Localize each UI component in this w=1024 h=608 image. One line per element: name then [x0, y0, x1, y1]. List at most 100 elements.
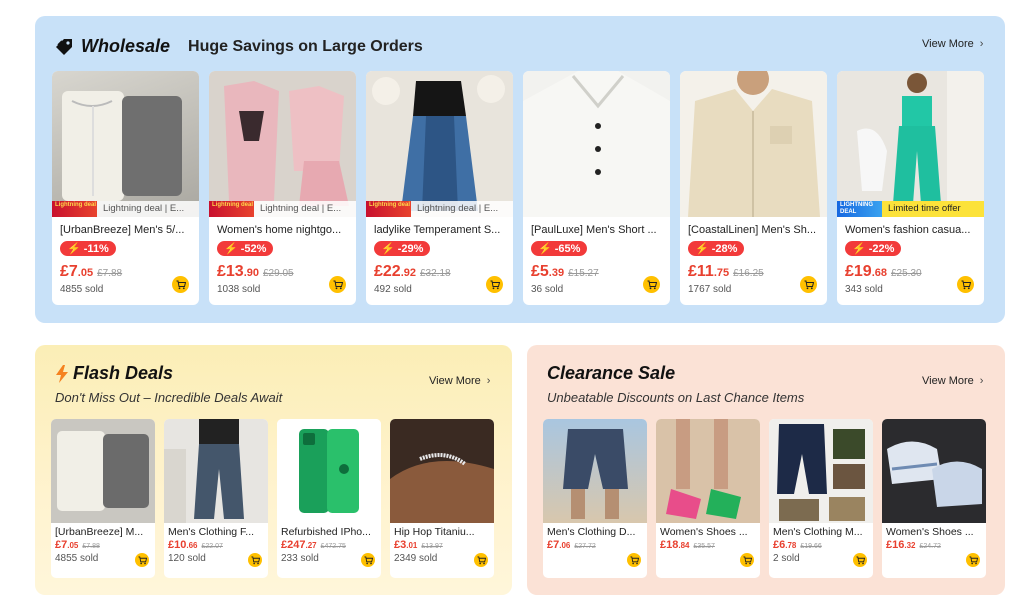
- lightning-deal-badge: LIGHTNING DEAL: [837, 201, 882, 217]
- product-card[interactable]: Lightning deal Lightning deal | E... Wom…: [209, 71, 356, 305]
- product-image: [277, 419, 381, 523]
- add-to-cart-button[interactable]: [329, 276, 346, 293]
- price: £3.01: [394, 539, 417, 551]
- price-tag-icon: [55, 38, 73, 56]
- cart-icon: [968, 555, 978, 564]
- clearance-header: Clearance Sale Unbeatable Discounts on L…: [547, 363, 804, 405]
- product-image: [680, 71, 827, 217]
- product-card[interactable]: [CoastalLinen] Men's Sh... ⚡ -28% £11.75…: [680, 71, 827, 305]
- old-price: £15.27: [568, 268, 599, 279]
- product-image: [543, 419, 647, 523]
- price: £7.06: [547, 539, 570, 551]
- product-title: Women's Shoes ...: [886, 526, 974, 538]
- add-to-cart-button[interactable]: [486, 276, 503, 293]
- product-card[interactable]: Men's Clothing F... £10.66 £22.07 120 sol…: [164, 419, 268, 578]
- price-row: £6.78 £19.66: [773, 539, 869, 551]
- view-more-link[interactable]: View More ›: [922, 375, 983, 387]
- add-to-cart-button[interactable]: [361, 553, 375, 567]
- price-int: £16: [886, 539, 905, 551]
- product-card[interactable]: Hip Hop Titaniu... £3.01 £13.97 2349 sold: [390, 419, 494, 578]
- product-card[interactable]: Men's Clothing D... £7.06 £27.72: [543, 419, 647, 578]
- price-row: £247.27 £472.75: [281, 539, 377, 551]
- add-to-cart-button[interactable]: [643, 276, 660, 293]
- cart-icon: [137, 555, 147, 564]
- add-to-cart-button[interactable]: [135, 553, 149, 567]
- price-int: £3: [394, 539, 407, 551]
- old-price: £7.88: [82, 543, 100, 550]
- product-card[interactable]: LIGHTNING DEAL Limited time offer Women'…: [837, 71, 984, 305]
- price-row: £10.66 £22.07: [168, 539, 264, 551]
- price-row: £18.84 £35.57: [660, 539, 756, 551]
- product-title: [CoastalLinen] Men's Sh...: [688, 224, 817, 236]
- product-card[interactable]: Women's Shoes ... £16.32 £24.72: [882, 419, 986, 578]
- add-to-cart-button[interactable]: [248, 553, 262, 567]
- product-title: Women's home nightgo...: [217, 224, 342, 236]
- price-row: £13.90 £29.05: [217, 263, 348, 281]
- price-int: £7: [547, 539, 560, 551]
- add-to-cart-button[interactable]: [966, 553, 980, 567]
- product-image: [769, 419, 873, 523]
- product-card[interactable]: [PaulLuxe] Men's Short ... ⚡ -65% £5.39 …: [523, 71, 670, 305]
- old-price: £472.75: [320, 543, 346, 550]
- price-int: £10: [168, 539, 187, 551]
- view-more-label: View More: [429, 375, 481, 387]
- product-title: [UrbanBreeze] Men's 5/...: [60, 224, 185, 236]
- price-dec: .66: [186, 541, 198, 550]
- old-price: £24.72: [919, 543, 941, 550]
- cart-icon: [333, 280, 343, 289]
- add-to-cart-button[interactable]: [172, 276, 189, 293]
- price-int: £22: [374, 263, 401, 280]
- product-image: Lightning deal Lightning deal | E...: [209, 71, 356, 217]
- add-to-cart-button[interactable]: [800, 276, 817, 293]
- product-title: [UrbanBreeze] M...: [55, 526, 144, 538]
- price-row: £11.75 £16.25: [688, 263, 819, 281]
- product-image: [523, 71, 670, 217]
- add-to-cart-button[interactable]: [740, 553, 754, 567]
- price: £13.90: [217, 263, 259, 281]
- price: £7.05: [60, 263, 93, 281]
- product-image: [390, 419, 494, 523]
- cart-icon: [647, 280, 657, 289]
- deal-text: Limited time offer: [882, 201, 984, 217]
- view-more-label: View More: [922, 375, 974, 387]
- product-card[interactable]: Women's Shoes ... £18.84 £35.57: [656, 419, 760, 578]
- view-more-link[interactable]: View More ›: [922, 38, 983, 50]
- add-to-cart-button[interactable]: [474, 553, 488, 567]
- chevron-right-icon: ›: [979, 38, 984, 50]
- cart-icon: [855, 555, 865, 564]
- price-row: £22.92 £32.18: [374, 263, 505, 281]
- price-int: £6: [773, 539, 786, 551]
- section-subtitle: Huge Savings on Large Orders: [188, 37, 423, 55]
- add-to-cart-button[interactable]: [627, 553, 641, 567]
- view-more-link[interactable]: View More ›: [429, 375, 490, 387]
- chevron-right-icon: ›: [486, 375, 491, 387]
- price: £16.32: [886, 539, 915, 551]
- price-row: £7.05 £7.88: [55, 539, 151, 551]
- cart-icon: [629, 555, 639, 564]
- add-to-cart-button[interactable]: [853, 553, 867, 567]
- product-card[interactable]: Refurbished IPho... £247.27 £472.75 233 s…: [277, 419, 381, 578]
- product-card[interactable]: Men's Clothing M... £6.78 £19.66 2 sold: [769, 419, 873, 578]
- price: £10.66: [168, 539, 197, 551]
- price: £19.68: [845, 263, 887, 281]
- chevron-right-icon: ›: [979, 375, 984, 387]
- discount-value: -29%: [397, 243, 424, 255]
- discount-value: -52%: [240, 243, 267, 255]
- product-card[interactable]: [UrbanBreeze] M... £7.05 £7.88 4855 sold: [51, 419, 155, 578]
- price: £22.92: [374, 263, 416, 281]
- discount-value: -28%: [711, 243, 738, 255]
- section-title: Wholesale: [81, 36, 171, 56]
- product-card[interactable]: Lightning deal Lightning deal | E... lad…: [366, 71, 513, 305]
- product-title: Hip Hop Titaniu...: [394, 526, 475, 538]
- price-dec: .27: [305, 541, 317, 550]
- price-dec: .90: [243, 267, 259, 279]
- product-title: Women's Shoes ...: [660, 526, 748, 538]
- price-dec: .68: [871, 267, 887, 279]
- old-price: £22.07: [201, 543, 223, 550]
- discount-badge: ⚡ -22%: [845, 241, 902, 256]
- old-price: £29.05: [263, 268, 294, 279]
- add-to-cart-button[interactable]: [957, 276, 974, 293]
- product-card[interactable]: Lightning deal Lightning deal | E... [Ur…: [52, 71, 199, 305]
- price-dec: .84: [678, 541, 690, 550]
- product-image: [164, 419, 268, 523]
